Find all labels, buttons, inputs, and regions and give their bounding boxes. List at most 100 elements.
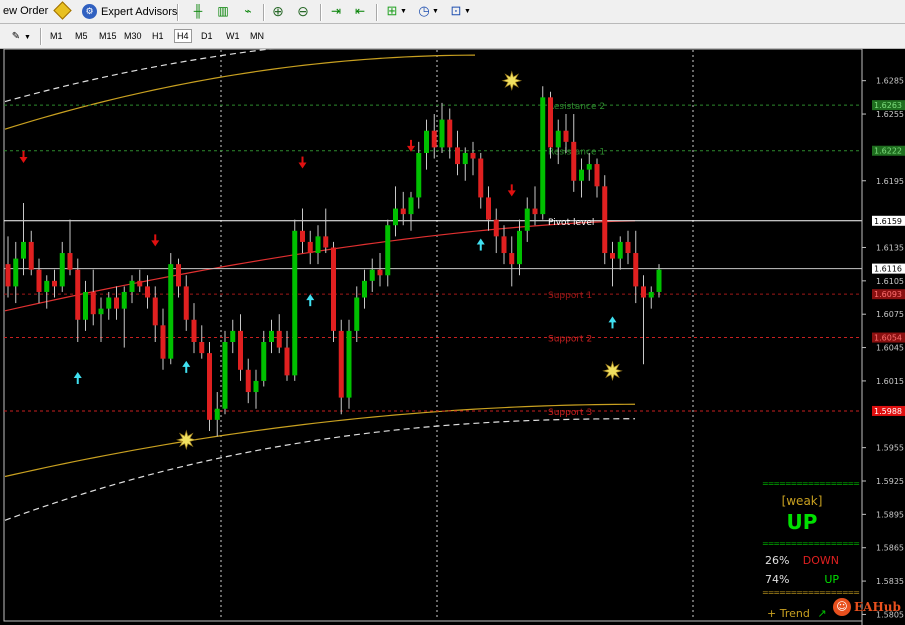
timeframe-w1[interactable]: W1	[224, 30, 242, 42]
candle-body	[439, 119, 445, 148]
candle-body	[176, 264, 181, 287]
timeframe-d1[interactable]: D1	[199, 30, 215, 42]
candle-body	[13, 258, 19, 287]
candle-body	[362, 280, 367, 298]
main-toolbar: ew Order ⚙ Expert Advisors ╫ ▥ ⌁ ⊕ ⊖ ⇥ ⇤…	[0, 0, 905, 24]
timeframe-m30[interactable]: M30	[122, 30, 144, 42]
lower-channel-line	[4, 403, 636, 478]
level-label: Support 3	[548, 408, 592, 418]
line-studies-icon[interactable]: ✎ ▼	[8, 29, 31, 45]
indicators-icon[interactable]: ⊞ ▼	[384, 3, 407, 19]
candle-body	[501, 236, 507, 254]
price-tick-label: 1.6105	[876, 277, 904, 286]
candle-body	[602, 186, 608, 254]
candle-body	[617, 241, 623, 259]
timeframe-mn[interactable]: MN	[248, 30, 266, 42]
price-tag-label: 1.5988	[874, 407, 902, 416]
candle-body	[245, 369, 251, 393]
up-arrow-stem	[309, 299, 312, 307]
candle-body	[28, 241, 34, 270]
up-arrow-stem	[185, 365, 188, 373]
timeframe-m15[interactable]: M15	[97, 30, 119, 42]
candle-body	[393, 208, 398, 226]
candle-body	[199, 342, 205, 354]
new-order-button[interactable]: ew Order	[3, 5, 48, 17]
price-tick-label: 1.6045	[876, 344, 904, 353]
candle-body	[59, 253, 65, 287]
up-arrow-stem	[611, 321, 614, 329]
candle-body	[191, 319, 197, 342]
candle-body	[555, 130, 561, 148]
candle-body	[253, 380, 259, 393]
price-tick-label: 1.6255	[876, 110, 904, 119]
level-label: Pivot level	[548, 218, 594, 228]
candlestick-chart-icon[interactable]: ▥	[215, 3, 231, 19]
down-percent: 26%	[765, 554, 790, 567]
candle-body	[424, 130, 429, 153]
candle-body	[52, 280, 57, 287]
line-chart-icon[interactable]: ⌁	[240, 3, 256, 19]
up-arrow-stem	[76, 377, 79, 384]
trend-row: + Trend ↗	[762, 607, 842, 620]
zoom-out-icon[interactable]: ⊖	[295, 3, 311, 19]
alert-diamond-icon[interactable]	[53, 1, 72, 20]
up-percent: 74%	[765, 573, 790, 586]
timeframe-m5[interactable]: M5	[73, 30, 90, 42]
candle-body	[338, 330, 344, 398]
timeframe-h1[interactable]: H1	[150, 30, 166, 42]
expert-advisors-label: Expert Advisors	[101, 5, 178, 18]
candle-body	[137, 280, 143, 287]
level-label: Resistance 1	[548, 148, 605, 158]
price-tick-label: 1.6015	[876, 377, 904, 386]
candle-body	[106, 297, 112, 309]
candle-body	[416, 152, 422, 198]
timeframe-h4[interactable]: H4	[174, 29, 192, 43]
candle-body	[83, 291, 88, 320]
candle-body	[129, 280, 135, 292]
candle-body	[408, 197, 414, 215]
price-tick-label: 1.5895	[876, 510, 904, 519]
info-divider-bottom: =================	[762, 539, 860, 548]
candle-body	[145, 286, 150, 298]
candle-body	[98, 308, 104, 315]
candle-body	[470, 152, 476, 159]
periods-clock-icon[interactable]: ◷ ▼	[416, 3, 439, 19]
bar-chart-icon[interactable]: ╫	[190, 3, 206, 19]
up-arrow-stem	[479, 243, 482, 251]
candle-body	[478, 158, 484, 198]
templates-icon[interactable]: ⊡ ▼	[448, 3, 471, 19]
info-divider-top: =================	[762, 479, 860, 488]
price-tag-label: 1.6159	[874, 217, 902, 226]
down-arrow-stem	[510, 184, 513, 192]
candle-body	[517, 230, 522, 265]
candle-body	[447, 119, 453, 148]
expert-advisors-button[interactable]: ⚙ Expert Advisors	[82, 4, 177, 19]
price-tick-label: 1.5835	[876, 577, 904, 586]
candle-body	[315, 236, 321, 254]
candle-body	[323, 236, 329, 248]
timeframe-m1[interactable]: M1	[48, 30, 65, 42]
price-tick-label: 1.6285	[876, 77, 904, 86]
candle-body	[524, 208, 530, 231]
trend-info-panel: ================= [weak] UP ============…	[762, 479, 860, 621]
star-signal-icon	[602, 360, 623, 382]
candle-body	[377, 269, 383, 276]
candle-body	[292, 230, 298, 376]
zoom-in-icon[interactable]: ⊕	[270, 3, 286, 19]
candle-body	[548, 97, 553, 148]
info-divider-trend: =================	[762, 588, 860, 597]
candle-body	[75, 269, 81, 320]
candle-body	[641, 286, 646, 298]
candle-body	[276, 330, 282, 348]
auto-scroll-icon[interactable]: ⇥	[328, 3, 344, 19]
candle-body	[540, 97, 546, 215]
candle-body	[331, 247, 336, 331]
candle-body	[610, 253, 615, 259]
price-tag-label: 1.6093	[874, 290, 902, 299]
moving-average-line	[4, 220, 636, 312]
eahub-logo-icon: ☺	[833, 598, 851, 616]
up-label: UP	[824, 573, 839, 586]
pivot-levels: Resistance 2 Resistance 1 Pivot level Suppo…	[4, 102, 862, 418]
candle-body	[183, 286, 189, 320]
chart-shift-icon[interactable]: ⇤	[352, 3, 368, 19]
